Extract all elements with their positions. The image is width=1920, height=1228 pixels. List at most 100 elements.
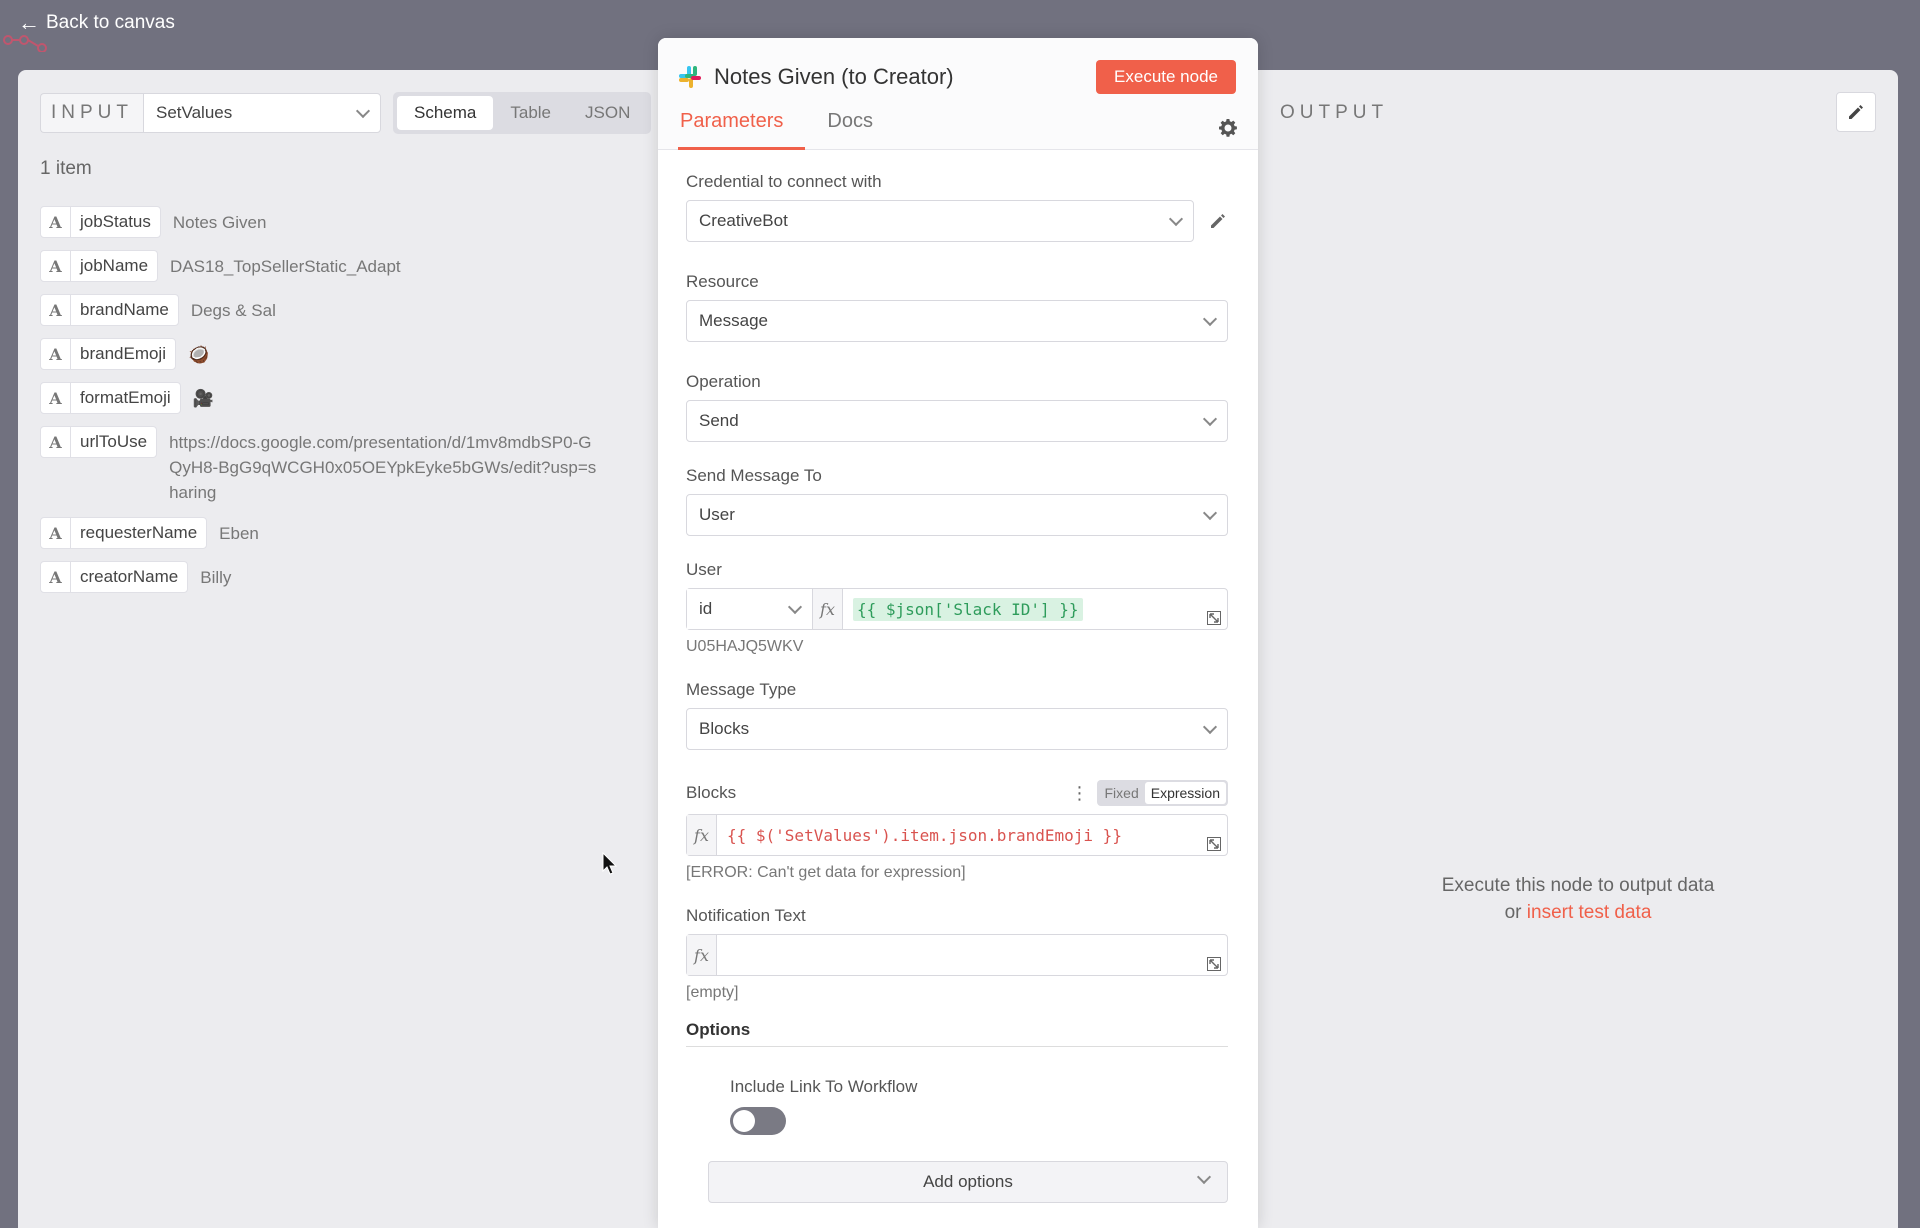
input-label-box: INPUT — [40, 93, 143, 133]
schema-row: AcreatorName Billy — [40, 561, 640, 593]
fx-icon: fx — [687, 815, 717, 855]
pencil-icon[interactable] — [1208, 211, 1228, 231]
credential-field: Credential to connect with CreativeBot — [686, 172, 1230, 242]
blocks-combo: fx {{ $('SetValues').item.json.brandEmoj… — [686, 814, 1228, 856]
user-combo: id fx {{ $json['Slack ID'] }} — [686, 588, 1228, 630]
field-key: urlToUse — [80, 432, 148, 451]
more-vertical-icon[interactable]: ⋮ — [1071, 784, 1089, 802]
fixed-option[interactable]: Fixed — [1099, 782, 1145, 804]
item-count: 1 item — [40, 158, 92, 179]
view-tab-table[interactable]: Table — [493, 96, 568, 130]
string-type-icon: A — [41, 427, 71, 457]
insert-test-data-link[interactable]: insert test data — [1527, 902, 1652, 923]
send-to-value: User — [699, 505, 735, 524]
execute-node-button[interactable]: Execute node — [1096, 60, 1236, 94]
operation-value: Send — [699, 411, 739, 430]
view-tab-schema[interactable]: Schema — [397, 96, 494, 130]
tab-parameters[interactable]: Parameters — [678, 110, 806, 150]
add-options-button[interactable]: Add options — [708, 1161, 1228, 1203]
string-type-icon: A — [41, 339, 71, 369]
field-value: Notes Given — [172, 213, 267, 232]
credential-row: CreativeBot — [686, 200, 1230, 242]
field-key-chip[interactable]: ArequesterName — [40, 517, 208, 549]
output-empty-state: Execute this node to output data or inse… — [1258, 872, 1898, 926]
resource-value: Message — [699, 311, 768, 330]
mouse-cursor-icon — [602, 852, 618, 875]
field-value: https://docs.google.com/presentation/d/1… — [169, 433, 597, 502]
output-empty-line: or insert test data — [1258, 899, 1898, 926]
include-link-toggle[interactable] — [730, 1107, 786, 1135]
message-type-value: Blocks — [699, 719, 750, 738]
notification-field: Notification Text fx [empty] — [686, 906, 1230, 1002]
notification-label: Notification Text — [686, 906, 806, 925]
operation-label: Operation — [686, 372, 761, 391]
send-to-label: Send Message To — [686, 466, 822, 485]
schema-row: ArequesterName Eben — [40, 517, 640, 549]
expand-icon[interactable] — [1207, 957, 1221, 971]
message-type-field: Message Type Blocks — [686, 680, 1230, 750]
output-label: OUTPUT — [1280, 102, 1389, 123]
schema-row: AformatEmoji 🎥 — [40, 382, 640, 414]
expand-icon[interactable] — [1207, 611, 1221, 625]
chevron-down-icon — [1202, 505, 1218, 520]
operation-select[interactable]: Send — [686, 400, 1228, 442]
notification-combo: fx — [686, 934, 1228, 976]
field-value: Degs & Sal — [190, 301, 276, 320]
node-tabs: Parameters Docs — [678, 110, 895, 150]
notification-expression-input[interactable] — [717, 935, 1227, 975]
input-source-select[interactable]: SetValues — [143, 93, 381, 133]
field-key-chip[interactable]: AurlToUse — [40, 426, 158, 458]
field-value: DAS18_TopSellerStatic_Adapt — [170, 257, 401, 276]
field-key: jobName — [80, 256, 149, 275]
field-key-chip[interactable]: AbrandEmoji — [40, 338, 176, 370]
field-key-chip[interactable]: AjobStatus — [40, 206, 161, 238]
chevron-down-icon — [1202, 719, 1218, 734]
parameters-form: Credential to connect with CreativeBot R… — [658, 150, 1258, 1203]
include-link-label: Include Link To Workflow — [730, 1077, 918, 1096]
field-key-chip[interactable]: AcreatorName — [40, 561, 189, 593]
node-settings-panel: Notes Given (to Creator) Execute node Pa… — [658, 38, 1258, 1228]
field-key: jobStatus — [80, 212, 151, 231]
field-key: formatEmoji — [80, 388, 171, 407]
message-type-select[interactable]: Blocks — [686, 708, 1228, 750]
credential-label: Credential to connect with — [686, 172, 882, 191]
field-key-chip[interactable]: AjobName — [40, 250, 159, 282]
expression-option[interactable]: Expression — [1144, 782, 1226, 804]
gear-icon[interactable] — [1218, 118, 1238, 138]
node-title[interactable]: Notes Given (to Creator) — [714, 64, 954, 90]
view-tab-json[interactable]: JSON — [568, 96, 647, 130]
message-type-label: Message Type — [686, 680, 797, 699]
send-to-field: Send Message To User — [686, 466, 1230, 536]
canvas-node-connector-icon — [3, 35, 47, 52]
string-type-icon: A — [41, 251, 71, 281]
blocks-label: Blocks — [686, 783, 737, 802]
field-value: 🎥 — [192, 389, 214, 408]
user-expression-input[interactable]: {{ $json['Slack ID'] }} — [843, 589, 1227, 629]
field-key-chip[interactable]: AbrandName — [40, 294, 179, 326]
field-key: brandEmoji — [80, 344, 166, 363]
string-type-icon: A — [41, 295, 71, 325]
resource-label: Resource — [686, 272, 759, 291]
resource-select[interactable]: Message — [686, 300, 1228, 342]
toggle-knob — [733, 1110, 755, 1132]
chevron-down-icon — [1202, 411, 1218, 426]
chevron-down-icon — [1168, 211, 1184, 226]
credential-value: CreativeBot — [699, 211, 788, 230]
add-options-label: Add options — [923, 1172, 1013, 1191]
string-type-icon: A — [41, 562, 71, 592]
user-label: User — [686, 560, 722, 579]
chevron-down-icon — [1196, 1169, 1212, 1185]
tab-docs[interactable]: Docs — [805, 110, 895, 150]
credential-select[interactable]: CreativeBot — [686, 200, 1194, 242]
blocks-expression-input[interactable]: {{ $('SetValues').item.json.brandEmoji }… — [717, 815, 1227, 855]
resource-field: Resource Message — [686, 272, 1230, 342]
blocks-mode-controls: ⋮ Fixed Expression — [1071, 780, 1228, 806]
schema-row: AbrandName Degs & Sal — [40, 294, 640, 326]
output-or-text: or — [1504, 902, 1522, 923]
string-type-icon: A — [41, 207, 71, 237]
edit-output-button[interactable] — [1836, 92, 1876, 132]
expand-icon[interactable] — [1207, 837, 1221, 851]
user-mode-select[interactable]: id — [687, 589, 813, 629]
send-to-select[interactable]: User — [686, 494, 1228, 536]
field-key-chip[interactable]: AformatEmoji — [40, 382, 181, 414]
